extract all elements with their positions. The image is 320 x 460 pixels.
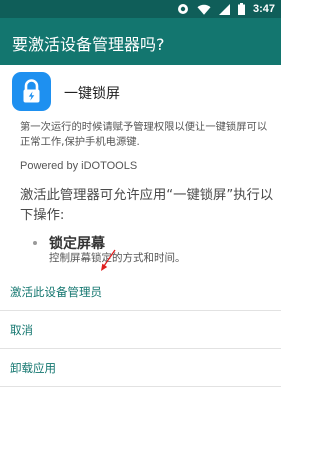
- app-icon: [12, 72, 51, 111]
- uninstall-app-button[interactable]: 卸载应用: [0, 349, 281, 387]
- notification-circle-icon: [177, 4, 188, 14]
- annotation-arrow-icon: [101, 249, 116, 271]
- lock-icon: [23, 79, 40, 103]
- cancel-button-label: 取消: [10, 323, 33, 337]
- status-icons: 3:47: [177, 2, 275, 16]
- cell-signal-icon: [218, 3, 230, 15]
- cancel-button[interactable]: 取消: [0, 311, 281, 349]
- app-description: 第一次运行的时候请赋予管理权限以便让一键锁屏可以正常工作,保护手机电源键.: [20, 121, 268, 148]
- dialog-header: 要激活设备管理器吗?: [0, 18, 281, 65]
- page-title: 要激活设备管理器吗?: [12, 35, 165, 54]
- activate-button-label: 激活此设备管理员: [10, 285, 102, 299]
- bullet-dot: [33, 241, 37, 245]
- app-name: 一键锁屏: [64, 86, 120, 102]
- uninstall-button-label: 卸载应用: [10, 361, 56, 375]
- status-bar: 3:47: [0, 0, 281, 18]
- battery-icon: [237, 3, 245, 15]
- divider: [0, 386, 281, 387]
- powered-by-text: Powered by iDOTOOLS: [20, 160, 138, 172]
- wifi-icon: [197, 4, 211, 15]
- status-time: 3:47: [252, 3, 275, 15]
- activate-device-admin-button[interactable]: 激活此设备管理员: [0, 273, 281, 311]
- permissions-intro: 激活此管理器可允许应用“一键锁屏”执行以下操作:: [20, 188, 274, 223]
